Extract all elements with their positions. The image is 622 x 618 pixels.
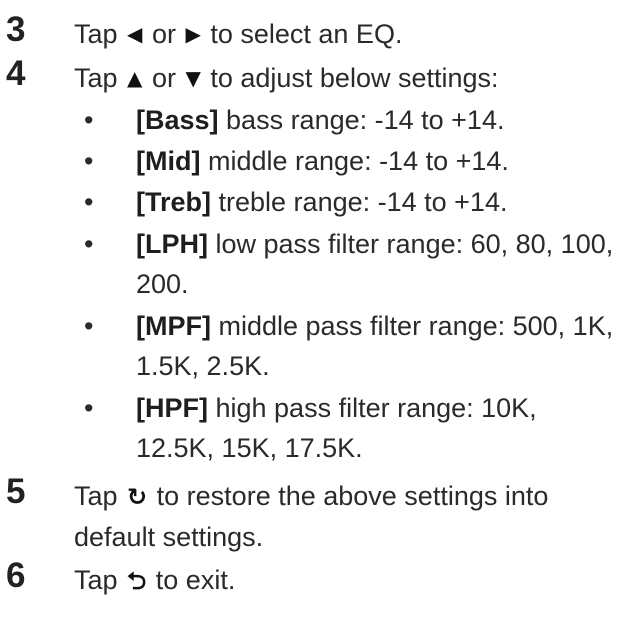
setting-text: [Mid] middle range: -14 to +14. bbox=[136, 141, 616, 181]
setting-key: [Mid] bbox=[136, 146, 201, 176]
setting-description: bass range: -14 to +14. bbox=[218, 105, 505, 135]
down-triangle-icon: ▼ bbox=[185, 66, 201, 90]
up-triangle-icon: ▲ bbox=[127, 66, 143, 90]
step-number: 5 bbox=[6, 472, 25, 511]
setting-key: [HPF] bbox=[136, 393, 208, 423]
setting-key: [LPH] bbox=[136, 229, 208, 259]
manual-page: 3 Tap ◀ or ▶ to select an EQ. 4 Tap ▲ or… bbox=[0, 0, 622, 618]
restore-icon: ↻ bbox=[127, 483, 148, 511]
step-text: Tap ⮌ to exit. bbox=[74, 560, 619, 601]
step-text-before: Tap bbox=[74, 19, 126, 49]
step-text-before: Tap bbox=[74, 63, 126, 93]
bullet: • bbox=[84, 187, 94, 217]
step-text-middle: or bbox=[144, 19, 184, 49]
bullet: • bbox=[84, 229, 94, 259]
step-text: Tap ◀ or ▶ to select an EQ. bbox=[74, 14, 619, 54]
back-arrow-icon: ⮌ bbox=[127, 567, 147, 595]
setting-description: middle range: -14 to +14. bbox=[200, 146, 509, 176]
setting-key: [Bass] bbox=[136, 105, 219, 135]
step-number: 6 bbox=[6, 556, 25, 595]
setting-text: [LPH] low pass filter range: 60, 80, 100… bbox=[136, 224, 616, 304]
setting-text: [Bass] bass range: -14 to +14. bbox=[136, 100, 616, 140]
step-number: 3 bbox=[6, 10, 25, 49]
step-text-after: to adjust below settings: bbox=[202, 63, 499, 93]
step-text-after: to exit. bbox=[148, 565, 236, 595]
step-text-after: to select an EQ. bbox=[202, 19, 403, 49]
right-triangle-icon: ▶ bbox=[185, 22, 201, 46]
setting-text: [MPF] middle pass filter range: 500, 1K,… bbox=[136, 306, 616, 386]
bullet: • bbox=[84, 146, 94, 176]
step-text-middle: or bbox=[144, 63, 184, 93]
step-text-before: Tap bbox=[74, 481, 126, 511]
bullet: • bbox=[84, 311, 94, 341]
setting-key: [Treb] bbox=[136, 187, 212, 217]
setting-description: treble range: -14 to +14. bbox=[211, 187, 508, 217]
setting-description: low pass filter range: 60, 80, 100, 200. bbox=[136, 229, 614, 299]
setting-text: [Treb] treble range: -14 to +14. bbox=[136, 182, 616, 222]
bullet: • bbox=[84, 393, 94, 423]
setting-key: [MPF] bbox=[136, 311, 211, 341]
step-text: Tap ▲ or ▼ to adjust below settings: bbox=[74, 58, 619, 98]
step-text-before: Tap bbox=[74, 565, 126, 595]
step-text: Tap ↻ to restore the above settings into… bbox=[74, 476, 619, 557]
setting-text: [HPF] high pass filter range: 10K, 12.5K… bbox=[136, 388, 616, 468]
step-number: 4 bbox=[6, 54, 25, 93]
bullet: • bbox=[84, 105, 94, 135]
left-triangle-icon: ◀ bbox=[127, 22, 143, 46]
